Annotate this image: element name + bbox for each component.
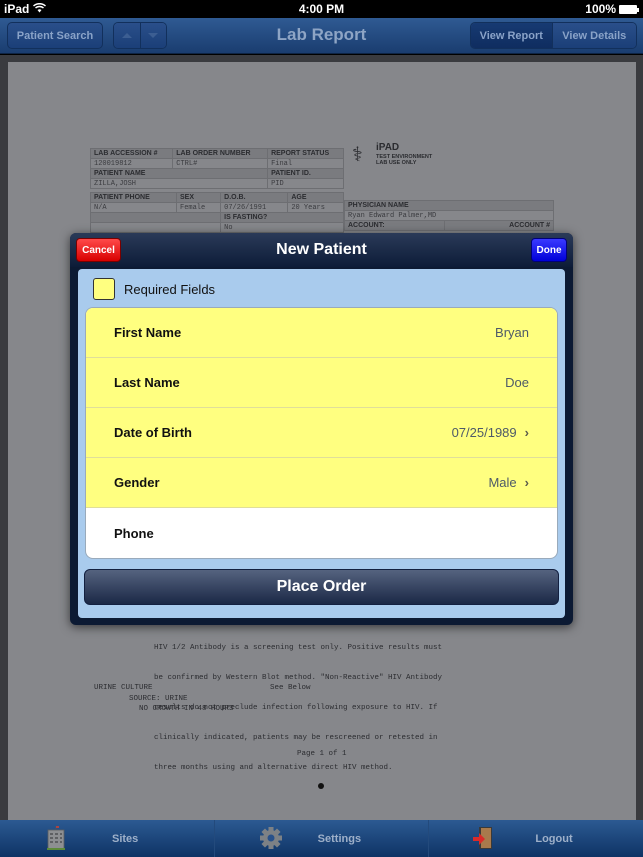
sex-label: SEX [175, 192, 222, 203]
chevron-right-icon: › [524, 475, 529, 490]
status-right: 100% [585, 2, 639, 16]
page-indicator: Page 1 of 1 [297, 750, 347, 758]
urine-source: SOURCE: URINE [129, 695, 188, 703]
patient-name-label: PATIENT NAME [89, 168, 269, 179]
blank-cell [89, 222, 222, 233]
battery-percent: 100% [585, 2, 616, 16]
field-label: Phone [114, 525, 154, 541]
page-control-dot[interactable] [318, 783, 324, 789]
first-name-field[interactable]: First Name Bryan [86, 308, 557, 358]
lab-accession-label: LAB ACCESSION # [89, 148, 174, 159]
view-segmented-control: View Report View Details [470, 22, 637, 49]
physician-name-label: PHYSICIAN NAME [344, 200, 554, 211]
report-status-value: Final [267, 158, 344, 169]
tab-logout[interactable]: Logout [429, 820, 643, 857]
patient-form: First Name Bryan Last Name Doe Date of B… [85, 307, 558, 559]
lab-accession-value: 120019812 [89, 158, 174, 169]
field-value: Doe [505, 375, 529, 390]
done-button[interactable]: Done [531, 238, 567, 262]
building-icon [45, 825, 67, 856]
urine-culture-result: See Below [270, 684, 311, 692]
age-value: 20 Years [287, 202, 344, 213]
hiv-note-line: HIV 1/2 Antibody is a screening test onl… [154, 644, 443, 652]
status-bar: iPad 4:00 PM 100% [0, 0, 643, 18]
gear-icon [259, 825, 283, 856]
blank-cell [89, 212, 222, 223]
report-status-label: REPORT STATUS [267, 148, 344, 159]
navigation-bar: Patient Search Lab Report View Report Vi… [0, 18, 643, 54]
first-name-value: Bryan [495, 325, 529, 340]
tab-logout-label: Logout [535, 832, 573, 845]
modal-body: Required Fields First Name Bryan Last Na… [78, 269, 565, 618]
patient-phone-label: PATIENT PHONE [90, 192, 177, 203]
place-order-button[interactable]: Place Order [84, 569, 559, 605]
chevron-right-icon: › [524, 425, 529, 440]
patient-demographics-table: PATIENT PHONE SEX D.O.B. AGE N/A Female … [89, 192, 344, 233]
account-number-label: ACCOUNT # [443, 220, 555, 231]
lab-order-value: CTRL# [172, 158, 269, 169]
urine-culture-label: URINE CULTURE [94, 684, 153, 692]
field-value: Bryan [495, 325, 529, 340]
hiv-note-line: clinically indicated, patients may be re… [154, 734, 438, 742]
field-label: Gender [114, 475, 160, 490]
field-label: Last Name [114, 375, 180, 390]
fasting-label: IS FASTING? [220, 212, 344, 223]
last-name-field[interactable]: Last Name Doe [86, 358, 557, 408]
physician-name-value: Ryan Edward Palmer,MD [344, 210, 554, 221]
physician-table: PHYSICIAN NAME Ryan Edward Palmer,MD ACC… [344, 200, 555, 231]
dob-value: 07/26/1991 [220, 202, 289, 213]
hiv-note-line: be confirmed by Western Blot method. "No… [154, 674, 443, 682]
patient-name-value: ZILLA,JOSH [89, 178, 269, 189]
gender-field[interactable]: Gender Male › [86, 458, 557, 508]
required-fields-legend: Required Fields [93, 278, 215, 300]
tab-settings[interactable]: Settings [215, 820, 430, 857]
tab-sites[interactable]: Sites [0, 820, 215, 857]
modal-header: Cancel New Patient Done [70, 233, 573, 267]
clock: 4:00 PM [298, 2, 345, 16]
patient-info-table: LAB ACCESSION # LAB ORDER NUMBER REPORT … [89, 148, 344, 189]
sex-value: Female [175, 202, 222, 213]
tab-view-details[interactable]: View Details [552, 23, 636, 48]
logo-name: iPAD [376, 142, 400, 153]
required-color-swatch [93, 278, 115, 300]
logout-door-icon [471, 825, 495, 856]
caduceus-icon: ⚕ [352, 144, 363, 166]
hiv-note-line: three months using and alternative direc… [154, 764, 393, 772]
urine-growth: NO GROWTH IN 48 HOURS [139, 705, 234, 713]
fasting-value: No [220, 222, 344, 233]
tab-view-report[interactable]: View Report [471, 23, 553, 48]
date-of-birth-field[interactable]: Date of Birth 07/25/1989 › [86, 408, 557, 458]
lab-order-label: LAB ORDER NUMBER [172, 148, 269, 159]
field-label: Date of Birth [114, 425, 192, 440]
field-label: First Name [114, 325, 182, 340]
tab-sites-label: Sites [112, 832, 139, 845]
field-value: Male › [488, 475, 529, 490]
account-label: ACCOUNT: [344, 220, 445, 231]
legend-label: Required Fields [124, 281, 216, 297]
battery-icon [619, 4, 639, 14]
logo-line-2: LAB USE ONLY [376, 160, 417, 166]
date-of-birth-value: 07/25/1989 [451, 425, 517, 440]
field-value: 07/25/1989 › [452, 425, 529, 440]
patient-id-label: PATIENT ID. [267, 168, 344, 179]
gender-value: Male [488, 475, 517, 490]
bottom-toolbar: Sites Settings Logout [0, 820, 643, 857]
phone-field[interactable]: Phone [86, 508, 557, 558]
patient-phone-value: N/A [90, 202, 177, 213]
new-patient-modal: Cancel New Patient Done Required Fields … [70, 233, 573, 625]
age-label: AGE [287, 192, 344, 203]
tab-settings-label: Settings [317, 832, 362, 845]
dob-label: D.O.B. [220, 192, 289, 203]
patient-id-value: PID [267, 178, 344, 189]
last-name-value: Doe [505, 375, 529, 390]
modal-title: New Patient [276, 241, 367, 258]
